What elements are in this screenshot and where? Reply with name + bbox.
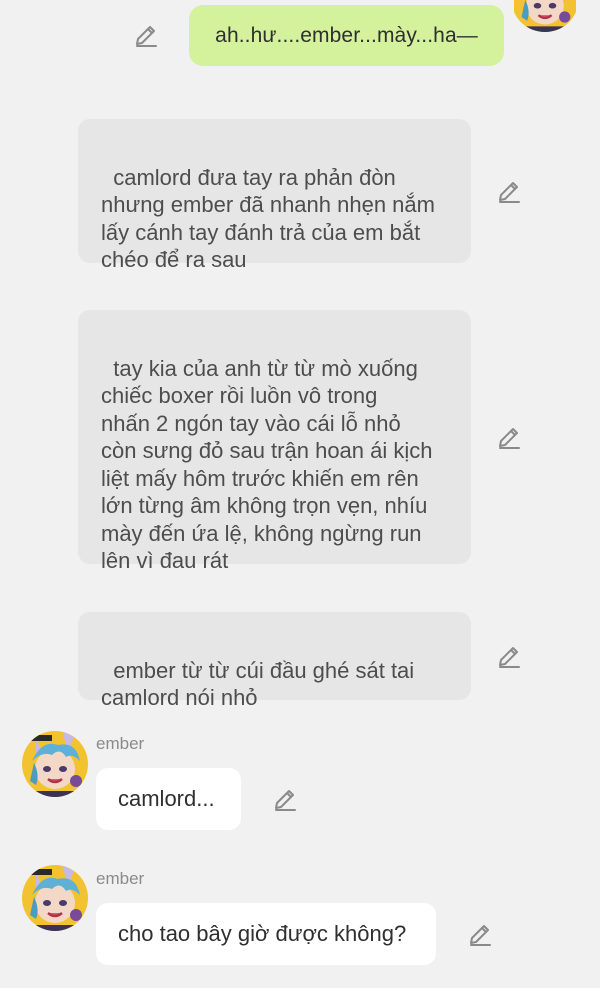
- edit-pencil-icon[interactable]: [272, 786, 298, 812]
- narration-bubble[interactable]: ember từ từ cúi đầu ghé sát tai camlord …: [78, 612, 471, 710]
- character-name: ember: [96, 734, 145, 753]
- character-name: ember: [96, 869, 145, 888]
- edit-pencil-icon[interactable]: [496, 424, 522, 450]
- character-avatar[interactable]: [22, 731, 88, 797]
- character-message-text: camlord...: [118, 786, 215, 811]
- sent-message-bubble[interactable]: ah..hư....ember...mày...ha—: [189, 5, 504, 66]
- character-avatar[interactable]: [22, 865, 88, 931]
- edit-pencil-icon[interactable]: [496, 178, 522, 204]
- edit-pencil-icon[interactable]: [133, 22, 159, 48]
- edit-pencil-icon[interactable]: [467, 921, 493, 947]
- user-avatar[interactable]: [512, 0, 578, 32]
- character-message-bubble[interactable]: cho tao bây giờ được không?: [96, 903, 436, 965]
- narration-text: ember từ từ cúi đầu ghé sát tai camlord …: [101, 657, 415, 711]
- narration-text: camlord đưa tay ra phản đòn nhưng ember …: [101, 164, 435, 273]
- edit-pencil-icon[interactable]: [496, 643, 522, 669]
- character-message-bubble[interactable]: camlord...: [96, 768, 241, 830]
- narration-bubble[interactable]: camlord đưa tay ra phản đòn nhưng ember …: [78, 119, 471, 272]
- narration-bubble[interactable]: tay kia của anh từ từ mò xuống chiếc box…: [78, 310, 471, 573]
- character-message-text: cho tao bây giờ được không?: [118, 921, 407, 946]
- narration-text: tay kia của anh từ từ mò xuống chiếc box…: [101, 355, 433, 574]
- sent-message-text: ah..hư....ember...mày...ha—: [215, 23, 478, 47]
